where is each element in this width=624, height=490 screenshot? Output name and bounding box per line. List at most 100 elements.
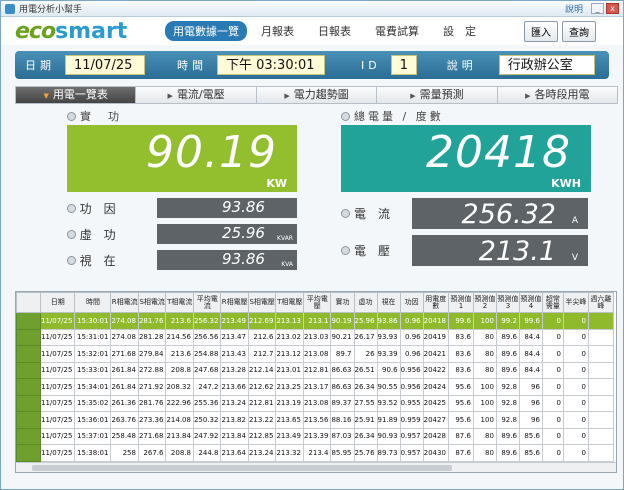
column-header[interactable]: 虛功 bbox=[353, 292, 378, 313]
tab-period-usage[interactable]: ▶ 各時段用電 bbox=[496, 86, 619, 104]
table-cell: 213.08 bbox=[302, 345, 332, 363]
tab-usage-table[interactable]: ▼ 用電一覽表 bbox=[15, 86, 137, 104]
table-cell: 254.88 bbox=[192, 345, 222, 363]
table-cell: 0 bbox=[562, 345, 589, 363]
table-cell bbox=[587, 345, 614, 363]
table-cell: 20427 bbox=[422, 411, 449, 429]
table-cell: 26.17 bbox=[353, 328, 378, 346]
tab-power-trend[interactable]: ▶ 電力趨勢圖 bbox=[255, 86, 378, 104]
table-cell: 15:38:01 bbox=[74, 444, 112, 462]
table-row[interactable]: 11/07/25 15:33:01 261.84 272.88 208.8 247.68 2… bbox=[16, 361, 614, 379]
horizontal-scrollbar[interactable] bbox=[16, 462, 616, 472]
column-header[interactable]: 週六離峰 bbox=[587, 292, 614, 313]
tab-arrow-icon: ▼ bbox=[43, 92, 49, 100]
table-cell bbox=[587, 427, 614, 445]
row-selector[interactable] bbox=[16, 312, 41, 330]
table-row[interactable]: 11/07/25 15:34:01 261.84 271.92 208.32 247.2 2… bbox=[16, 378, 614, 396]
table-cell: 89.6 bbox=[495, 328, 520, 346]
table-cell bbox=[587, 328, 614, 346]
table-row[interactable]: 11/07/25 15:37:01 258.48 271.68 213.84 247.92… bbox=[16, 427, 614, 445]
nav-item-usage-overview[interactable]: 用電數據一覽 bbox=[165, 21, 247, 41]
column-header[interactable]: R相電壓 bbox=[220, 292, 249, 313]
real-power-heading: 實 功 bbox=[67, 107, 297, 125]
title-bar: 用電分析小幫手 說明 _ x bbox=[1, 1, 623, 17]
table-cell: 0 bbox=[541, 444, 564, 462]
row-selector[interactable] bbox=[16, 394, 41, 412]
column-header[interactable]: 用電度數 bbox=[422, 292, 449, 313]
table-row[interactable]: 11/07/25 15:31:01 274.08 281.28 214.56 256.56… bbox=[16, 328, 614, 346]
query-button[interactable]: 查詢 bbox=[562, 20, 596, 42]
column-header[interactable]: 時間 bbox=[74, 292, 112, 313]
nav-item-settings[interactable]: 設 定 bbox=[433, 23, 486, 39]
table-row[interactable]: 11/07/25 15:36:01 263.76 273.36 214.08 250.32… bbox=[16, 411, 614, 429]
column-header[interactable]: 半尖峰 bbox=[562, 292, 589, 313]
table-cell: 213.49 bbox=[220, 312, 249, 330]
column-header[interactable]: 日期 bbox=[39, 292, 76, 313]
column-header[interactable]: 實功 bbox=[330, 292, 355, 313]
table-row[interactable]: 11/07/25 15:32:01 271.68 279.84 213.6 254.88 2… bbox=[16, 345, 614, 363]
table-row[interactable]: 11/07/25 15:30:01 274.08 281.76 213.6 256.32 2… bbox=[16, 312, 614, 330]
table-cell: 0 bbox=[541, 345, 564, 363]
tab-label: 電流/電壓 bbox=[176, 88, 225, 101]
total-energy-panel: 總電量 / 度數 20418 KWH 電流 256.32 A 電壓 213.1 V bbox=[341, 107, 591, 267]
row-selector[interactable] bbox=[16, 345, 41, 363]
column-header[interactable]: 預測值2 bbox=[472, 292, 497, 313]
column-header[interactable]: T相電流 bbox=[165, 292, 194, 313]
table-row[interactable]: 11/07/25 15:38:01 258 267.6 208.8 244.8 213.64… bbox=[16, 444, 614, 462]
table-cell: 213.39 bbox=[302, 427, 332, 445]
column-header[interactable]: T相電壓 bbox=[275, 292, 304, 313]
column-header[interactable]: 超常需量 bbox=[541, 292, 564, 313]
column-header[interactable]: 預測值1 bbox=[447, 292, 474, 313]
table-row[interactable]: 11/07/25 15:35:02 261.36 281.76 222.96 255.36… bbox=[16, 394, 614, 412]
column-header[interactable]: 平均電壓 bbox=[302, 292, 332, 313]
close-button[interactable]: x bbox=[606, 3, 619, 14]
table-cell: 26.51 bbox=[353, 361, 378, 379]
import-button[interactable]: 匯入 bbox=[524, 20, 558, 42]
column-header[interactable]: 平均電流 bbox=[192, 292, 222, 313]
table-cell bbox=[587, 411, 614, 429]
column-header[interactable]: S相電壓 bbox=[247, 292, 277, 313]
table-cell: 212.85 bbox=[247, 427, 277, 445]
table-cell: 93.52 bbox=[376, 394, 401, 412]
table-cell: 208.32 bbox=[165, 378, 194, 396]
table-cell: 0.957 bbox=[399, 427, 424, 445]
column-header[interactable]: S相電流 bbox=[137, 292, 167, 313]
minimize-button[interactable]: _ bbox=[591, 3, 604, 14]
column-header[interactable]: R相電流 bbox=[110, 292, 139, 313]
column-header[interactable]: 功因 bbox=[399, 292, 424, 313]
table-cell: 213.49 bbox=[275, 427, 304, 445]
id-label: ID bbox=[361, 58, 381, 72]
row-selector[interactable] bbox=[16, 444, 41, 462]
scrollbar-thumb[interactable] bbox=[32, 465, 452, 471]
nav-item-bill-calculator[interactable]: 電費試算 bbox=[365, 23, 429, 39]
column-header[interactable]: 預測值3 bbox=[495, 292, 520, 313]
tab-current-voltage[interactable]: ▶ 電流/電壓 bbox=[135, 86, 257, 104]
row-selector[interactable] bbox=[16, 411, 41, 429]
table-cell: 93.86 bbox=[376, 312, 401, 330]
table-cell bbox=[587, 378, 614, 396]
nav-item-monthly-report[interactable]: 月報表 bbox=[251, 23, 304, 39]
table-cell: 84.4 bbox=[518, 328, 543, 346]
power-factor-value: 93.86 bbox=[222, 198, 265, 216]
table-cell: 213.64 bbox=[220, 444, 249, 462]
column-header[interactable]: 視在 bbox=[376, 292, 401, 313]
usage-data-grid[interactable]: 日期 時間 R相電流 S相電流 T相電流 平均電流 R相電壓 S相電壓 T相電壓 平均電壓 實功 虛功… bbox=[15, 291, 617, 473]
nav-item-daily-report[interactable]: 日報表 bbox=[308, 23, 361, 39]
help-link[interactable]: 說明 bbox=[565, 2, 583, 15]
table-cell: 271.68 bbox=[110, 345, 139, 363]
column-header[interactable]: 預測值4 bbox=[518, 292, 543, 313]
table-cell: 256.32 bbox=[192, 312, 222, 330]
power-factor-label: 功因 bbox=[79, 201, 128, 216]
table-cell: 91.89 bbox=[376, 411, 401, 429]
table-cell: 0 bbox=[562, 378, 589, 396]
row-selector[interactable] bbox=[16, 427, 41, 445]
reactive-power-row: 虛功 25.96 KVAR bbox=[67, 224, 297, 244]
table-cell: 214.08 bbox=[165, 411, 194, 429]
table-body: 11/07/25 15:30:01 274.08 281.76 213.6 256.32 2… bbox=[16, 312, 614, 472]
apparent-power-row: 視在 93.86 KVA bbox=[67, 250, 297, 270]
row-selector[interactable] bbox=[16, 361, 41, 379]
tab-demand-forecast[interactable]: ▶ 需量預測 bbox=[376, 86, 498, 104]
row-selector[interactable] bbox=[16, 328, 41, 346]
logo-smart-text: smart bbox=[55, 18, 128, 44]
row-selector[interactable] bbox=[16, 378, 41, 396]
